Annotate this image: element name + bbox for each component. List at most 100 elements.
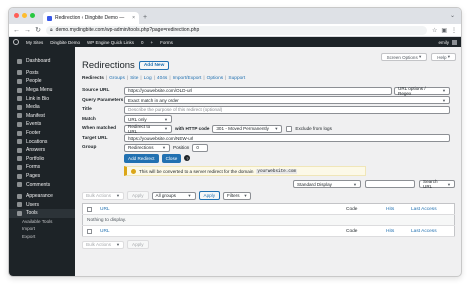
browser-tab[interactable]: Redirection ‹ Dingbite Demo — ×	[43, 12, 139, 24]
sidebar-item-label: Mega Menu	[26, 87, 53, 94]
manifest-icon	[17, 113, 22, 119]
target-url-input[interactable]: https://youwebsite.com/NEW-url	[124, 134, 450, 143]
subnav-separator: |	[203, 76, 205, 81]
http-code-select[interactable]: 301 - Moved Permanently ▼	[212, 124, 283, 133]
forward-icon[interactable]: →	[24, 27, 31, 34]
sidebar-sub-import[interactable]: Import	[9, 225, 75, 233]
sidebar-sub-available-tools[interactable]: Available Tools	[9, 218, 75, 226]
group-select[interactable]: Redirections ▼	[124, 143, 170, 152]
position-input[interactable]: 0	[192, 143, 209, 152]
bulk-actions-select[interactable]: Bulk Actions ▼	[82, 191, 124, 200]
sidebar-item-manifest[interactable]: Manifest	[9, 112, 75, 121]
bookmark-star-icon[interactable]: ☆	[432, 27, 437, 34]
column-hits[interactable]: Hits	[382, 225, 407, 237]
sidebar-item-pages[interactable]: Pages	[9, 172, 75, 181]
adminbar-new[interactable]: +	[151, 40, 154, 45]
adminbar-quick-links[interactable]: WP Engine Quick Links	[87, 40, 134, 45]
help-circle-icon[interactable]: ?	[184, 155, 191, 162]
close-form-button[interactable]: Close	[161, 153, 182, 163]
subnav-support[interactable]: Support	[228, 76, 245, 81]
sidebar-item-forms[interactable]: Forms	[9, 163, 75, 172]
chevron-down-icon: ▼	[243, 193, 248, 198]
extensions-icon[interactable]: ▣	[441, 27, 447, 34]
search-url-select[interactable]: Search URL ▼	[419, 179, 455, 189]
filters-select[interactable]: Filters ▼	[223, 191, 251, 200]
url-options-select[interactable]: URL options / Regex ▼	[394, 86, 450, 96]
exclude-from-logs-checkbox[interactable]	[286, 125, 293, 132]
reload-icon[interactable]: ↻	[35, 26, 41, 34]
sidebar-item-people[interactable]: People	[9, 77, 75, 86]
subnav-redirects[interactable]: Redirects	[82, 76, 104, 81]
adminbar-comments-count[interactable]: 0	[141, 40, 144, 45]
select-all-checkbox[interactable]	[87, 228, 92, 234]
sidebar-item-mega-menu[interactable]: Mega Menu	[9, 86, 75, 95]
sidebar-item-comments[interactable]: Comments	[9, 180, 75, 189]
wordpress-logo-icon[interactable]	[13, 39, 19, 45]
sidebar-item-events[interactable]: Events	[9, 120, 75, 129]
sidebar-item-users[interactable]: Users	[9, 201, 75, 210]
subnav-import-export[interactable]: Import/Export	[173, 76, 202, 81]
when-matched-select[interactable]: Redirect to URL ▼	[124, 123, 172, 134]
display-mode-select[interactable]: Standard Display ▼	[293, 180, 361, 188]
title-label: Title	[82, 107, 92, 113]
chevron-down-icon: ▼	[116, 193, 120, 198]
sidebar-item-posts[interactable]: Posts	[9, 69, 75, 78]
source-url-input[interactable]: https://youwebsite.com/OLD-url	[124, 86, 392, 95]
query-parameters-select[interactable]: Exact match in any order ▼	[124, 96, 450, 105]
close-window-dot[interactable]	[14, 13, 19, 18]
bulk-actions-select[interactable]: Bulk Actions ▼	[82, 240, 124, 249]
maximize-window-dot[interactable]	[30, 13, 35, 18]
column-url[interactable]: URL	[96, 225, 342, 237]
sidebar-item-tools[interactable]: Tools	[9, 209, 75, 218]
subnav-log[interactable]: Log	[144, 76, 152, 81]
add-redirect-button[interactable]: Add Redirect	[124, 153, 159, 163]
sidebar-item-media[interactable]: Media	[9, 103, 75, 112]
adminbar-my-sites[interactable]: My Sites	[26, 40, 43, 45]
close-tab-icon[interactable]: ×	[132, 15, 135, 21]
sidebar-sub-export[interactable]: Export	[9, 233, 75, 241]
adminbar-account[interactable]: emily	[438, 39, 457, 45]
add-new-button[interactable]: Add New	[138, 61, 170, 70]
redirection-subnav: Redirects | Groups | Site | Log | 404s | Impo…	[82, 76, 455, 81]
sidebar-item-footer[interactable]: Footer	[9, 129, 75, 138]
browser-menu-icon[interactable]: ⋮	[451, 27, 457, 34]
sidebar-item-link-in-bio[interactable]: Link in Bio	[9, 94, 75, 103]
sidebar-item-locations[interactable]: Locations	[9, 137, 75, 146]
sidebar-item-answers[interactable]: Answers	[9, 146, 75, 155]
sidebar-item-portfolio[interactable]: Portfolio	[9, 155, 75, 164]
tab-search-icon[interactable]: ⌄	[450, 12, 455, 19]
adminbar-forms[interactable]: Forms	[160, 40, 173, 45]
when-matched-row: When matched Redirect to URL ▼ with HTTP …	[82, 124, 455, 134]
select-all-checkbox[interactable]	[87, 206, 92, 212]
screen-options-button[interactable]: Screen Options ▾	[380, 53, 428, 61]
screen-options-label: Screen Options	[386, 54, 418, 60]
sidebar-item-appearance[interactable]: Appearance	[9, 192, 75, 201]
apply-filter-button[interactable]: Apply	[198, 191, 220, 200]
subnav-site[interactable]: Site	[130, 76, 138, 81]
apply-bulk-button[interactable]: Apply	[127, 191, 149, 200]
column-last-access[interactable]: Last Access	[407, 225, 455, 237]
help-button[interactable]: Help ▾	[431, 53, 456, 61]
address-bar[interactable]: 🔒︎ demo.mydingbite.com/wp-admin/tools.ph…	[46, 25, 427, 35]
subnav-404s[interactable]: 404s	[157, 76, 167, 81]
subnav-options[interactable]: Options	[207, 76, 224, 81]
match-select[interactable]: URL only ▼	[124, 115, 172, 124]
column-last-access[interactable]: Last Access	[407, 203, 455, 215]
when-matched-value: Redirect to URL	[128, 123, 151, 134]
subnav-separator: |	[153, 76, 155, 81]
apply-bulk-button[interactable]: Apply	[127, 240, 149, 249]
adminbar-site-name[interactable]: Dingbite Demo	[50, 40, 80, 45]
new-tab-icon[interactable]: +	[143, 12, 147, 24]
column-url[interactable]: URL	[96, 203, 342, 215]
search-url-input[interactable]	[365, 180, 415, 188]
sidebar-item-dashboard[interactable]: Dashboard	[9, 57, 75, 66]
subnav-groups[interactable]: Groups	[109, 76, 125, 81]
group-filter-select[interactable]: All groups ▼	[151, 191, 196, 200]
sidebar-item-label: Footer	[26, 130, 41, 137]
title-input[interactable]: Describe the purpose of this redirect (o…	[124, 105, 450, 114]
tab-bar: Redirection ‹ Dingbite Demo — × + ⌄	[9, 8, 461, 24]
sidebar-item-label: Tools	[26, 210, 38, 217]
column-hits[interactable]: Hits	[382, 203, 407, 215]
minimize-window-dot[interactable]	[22, 13, 27, 18]
back-icon[interactable]: ←	[13, 27, 20, 34]
